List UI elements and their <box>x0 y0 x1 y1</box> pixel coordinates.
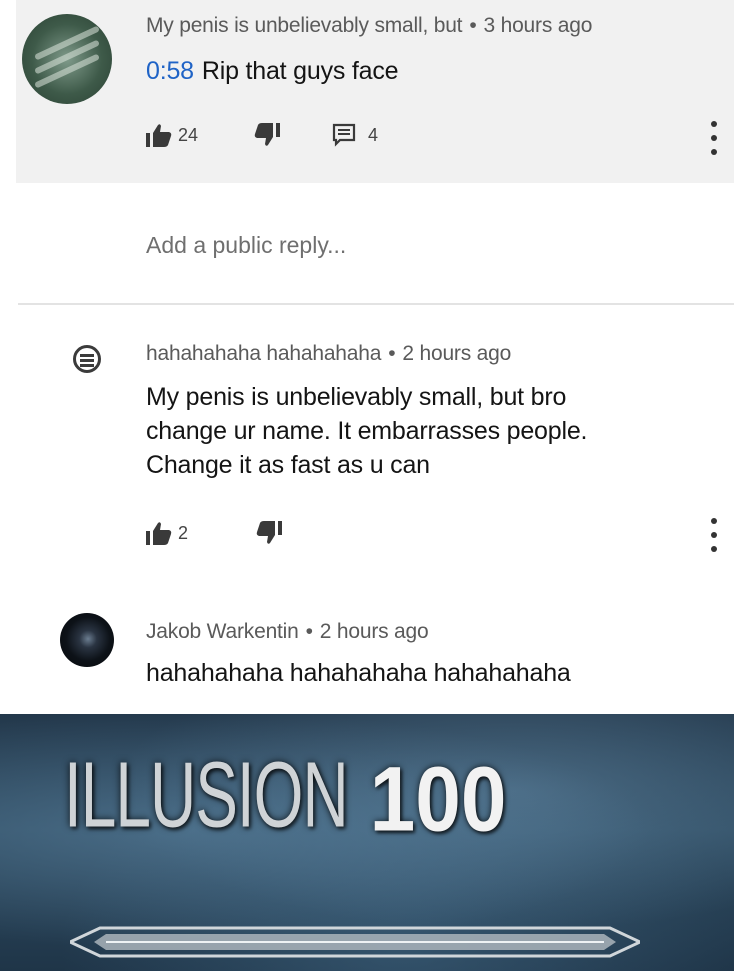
meme-banner: ILLUSION 100 <box>0 714 734 971</box>
highlighted-comment: My penis is unbelievably small, but • 3 ho… <box>0 0 734 300</box>
comment-time[interactable]: 3 hours ago <box>483 14 592 37</box>
comment-author[interactable]: Jakob Warkentin <box>146 620 299 643</box>
comment-line: My penis is unbelievably small, but bro <box>146 383 567 411</box>
comment-author[interactable]: hahahahaha hahahahaha <box>146 342 381 365</box>
comment-body: hahahahaha hahahahaha hahahahaha <box>146 659 571 687</box>
comment-line: change ur name. It embarrasses people. <box>146 417 588 445</box>
comment-author[interactable]: My penis is unbelievably small, but <box>146 14 463 37</box>
avatar[interactable] <box>73 345 101 373</box>
more-vert-icon[interactable] <box>709 518 719 552</box>
comment-meta: hahahahaha hahahahaha • 2 hours ago <box>146 342 511 366</box>
comment-line: Change it as fast as u can <box>146 451 430 479</box>
comment-meta: My penis is unbelievably small, but • 3 ho… <box>146 14 592 38</box>
separator: • <box>388 342 396 365</box>
comment-text: My penis is unbelievably small, but bro … <box>146 380 587 482</box>
avatar[interactable] <box>22 14 112 104</box>
avatar[interactable] <box>60 613 114 667</box>
thumbs-up-icon <box>146 522 172 545</box>
thumbs-down-icon <box>256 521 283 544</box>
reply-button[interactable]: 4 <box>332 123 378 147</box>
like-button[interactable]: 24 <box>146 123 198 147</box>
like-button[interactable]: 2 <box>146 521 188 545</box>
like-count: 24 <box>178 124 199 145</box>
comment-time[interactable]: 2 hours ago <box>320 620 429 643</box>
dislike-button[interactable] <box>254 123 281 147</box>
dislike-button[interactable] <box>256 521 283 545</box>
skill-level: 100 <box>369 748 507 851</box>
comment-actions: 24 4 <box>146 120 418 150</box>
separator: • <box>469 14 477 37</box>
comment-time[interactable]: 2 hours ago <box>402 342 511 365</box>
skill-name: ILLUSION <box>64 742 349 847</box>
timestamp-link[interactable]: 0:58 <box>146 57 194 85</box>
comment-body: Rip that guys face <box>201 57 399 85</box>
comment-actions: 2 <box>146 518 322 548</box>
thumbs-up-icon <box>146 124 172 147</box>
comment-meta: Jakob Warkentin • 2 hours ago <box>146 620 429 644</box>
skill-title: ILLUSION 100 <box>64 742 506 853</box>
divider <box>18 303 734 305</box>
more-vert-icon[interactable] <box>709 121 719 155</box>
like-count: 2 <box>178 522 189 543</box>
reply-icon <box>332 123 356 147</box>
reply-input[interactable]: Add a public reply... <box>146 232 346 259</box>
comment-text: 0:58 Rip that guys face <box>146 54 399 88</box>
separator: • <box>305 620 313 643</box>
reply-count: 4 <box>368 124 379 145</box>
thumbs-down-icon <box>254 123 281 146</box>
skill-bar <box>70 926 640 958</box>
